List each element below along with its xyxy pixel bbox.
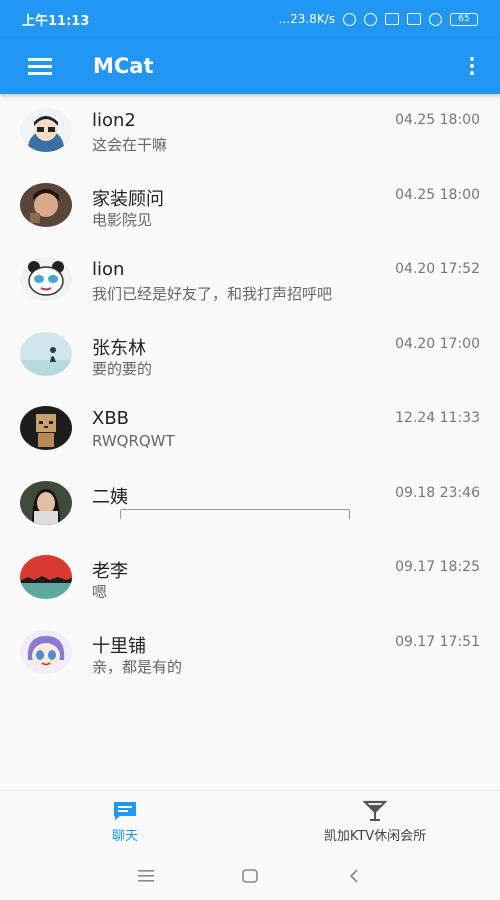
nav-tab-ktv[interactable]: 凯加KTV休闲会所 bbox=[250, 791, 500, 853]
app-title: MCat bbox=[93, 54, 154, 78]
more-options-button[interactable] bbox=[444, 38, 500, 94]
nav-tab-chat-label: 聊天 bbox=[111, 829, 138, 844]
chat-item[interactable]: 十里铺 亲，都是有的 09.17 17:51 bbox=[0, 616, 500, 691]
landscape-avatar bbox=[20, 331, 72, 376]
chat-item[interactable]: 老李 嗯 09.17 18:25 bbox=[0, 541, 500, 616]
anime-girl-avatar bbox=[20, 629, 72, 674]
bottom-navigation: 聊天 凯加KTV休闲会所 bbox=[0, 790, 500, 852]
chat-last-message: 嗯 bbox=[92, 583, 108, 601]
chat-last-message: 电影院见 bbox=[92, 210, 153, 229]
cocktail-glass-icon bbox=[363, 800, 387, 822]
alarm-off-icon bbox=[343, 12, 356, 26]
sunset-avatar bbox=[20, 555, 72, 599]
nav-tab-ktv-label: 凯加KTV休闲会所 bbox=[323, 829, 427, 844]
signal-icon bbox=[385, 13, 399, 25]
chat-last-message: RWQRQWT bbox=[92, 432, 175, 450]
chat-time: 09.17 18:25 bbox=[395, 559, 480, 575]
panda-avatar bbox=[20, 257, 72, 301]
chat-name: lion2 bbox=[92, 110, 136, 131]
chat-time: 09.17 17:51 bbox=[395, 633, 480, 650]
chat-list: lion2 这会在干嘛 04.25 18:00 家装顾问 电影院见 04.25 … bbox=[0, 94, 500, 690]
battery-icon: 65 bbox=[450, 12, 478, 26]
alarm-icon bbox=[364, 12, 377, 26]
chat-time: 09.18 23:46 bbox=[395, 484, 480, 501]
chat-name: XBB bbox=[92, 408, 130, 429]
more-vertical-icon bbox=[470, 57, 474, 61]
chat-item[interactable]: lion 我们已经是好友了，和我打声招呼吧 04.20 17:52 bbox=[0, 243, 500, 318]
chat-last-message: 要的要的 bbox=[92, 359, 153, 378]
menu-icon[interactable] bbox=[134, 866, 158, 886]
hamburger-menu-icon bbox=[28, 58, 52, 75]
chat-bubble-icon bbox=[112, 800, 138, 822]
home-icon[interactable] bbox=[238, 866, 262, 886]
chat-time: 04.25 18:00 bbox=[395, 112, 480, 128]
chat-item[interactable]: XBB RWQRQWT 12.24 11:33 bbox=[0, 392, 500, 467]
signal-2-icon bbox=[407, 13, 421, 25]
chat-message-preview bbox=[120, 508, 350, 519]
network-speed: ...23.8K/s bbox=[278, 12, 335, 26]
box-robot-avatar bbox=[20, 406, 72, 450]
back-icon[interactable] bbox=[342, 866, 366, 886]
chat-name: lion bbox=[92, 259, 125, 280]
girl-photo-avatar bbox=[20, 480, 72, 525]
chat-name: 家装顾问 bbox=[92, 188, 164, 210]
chat-time: 04.20 17:52 bbox=[395, 261, 480, 277]
chat-time: 12.24 11:33 bbox=[395, 410, 480, 426]
chat-last-message: 这会在干嘛 bbox=[92, 136, 168, 154]
chat-name: 张东林 bbox=[92, 337, 146, 359]
chat-last-message: 我们已经是好友了，和我打声招呼吧 bbox=[92, 285, 333, 303]
chat-item[interactable]: 二姨 09.18 23:46 bbox=[0, 467, 500, 542]
chat-item[interactable]: lion2 这会在干嘛 04.25 18:00 bbox=[0, 94, 500, 169]
chat-name: 十里铺 bbox=[92, 635, 146, 657]
chat-item[interactable]: 家装顾问 电影院见 04.25 18:00 bbox=[0, 169, 500, 244]
app-bar: MCat bbox=[0, 38, 500, 94]
boy-cartoon-avatar bbox=[20, 108, 72, 152]
wifi-icon bbox=[429, 12, 442, 26]
chat-time: 04.25 18:00 bbox=[395, 186, 480, 203]
chat-last-message: 亲，都是有的 bbox=[92, 657, 183, 676]
chat-item[interactable]: 张东林 要的要的 04.20 17:00 bbox=[0, 318, 500, 393]
menu-button[interactable] bbox=[0, 38, 80, 94]
status-icons: ...23.8K/s 65 bbox=[279, 12, 478, 26]
chat-name: 二姨 bbox=[92, 486, 128, 508]
system-navigation-bar bbox=[0, 852, 500, 900]
chat-name: 老李 bbox=[92, 561, 128, 582]
nav-tab-chat[interactable]: 聊天 bbox=[0, 791, 250, 853]
status-time: 上午11:13 bbox=[22, 13, 90, 29]
status-bar: 上午11:13 ...23.8K/s 65 bbox=[0, 0, 500, 38]
photo-avatar bbox=[20, 182, 72, 227]
chat-time: 04.20 17:00 bbox=[395, 335, 480, 352]
